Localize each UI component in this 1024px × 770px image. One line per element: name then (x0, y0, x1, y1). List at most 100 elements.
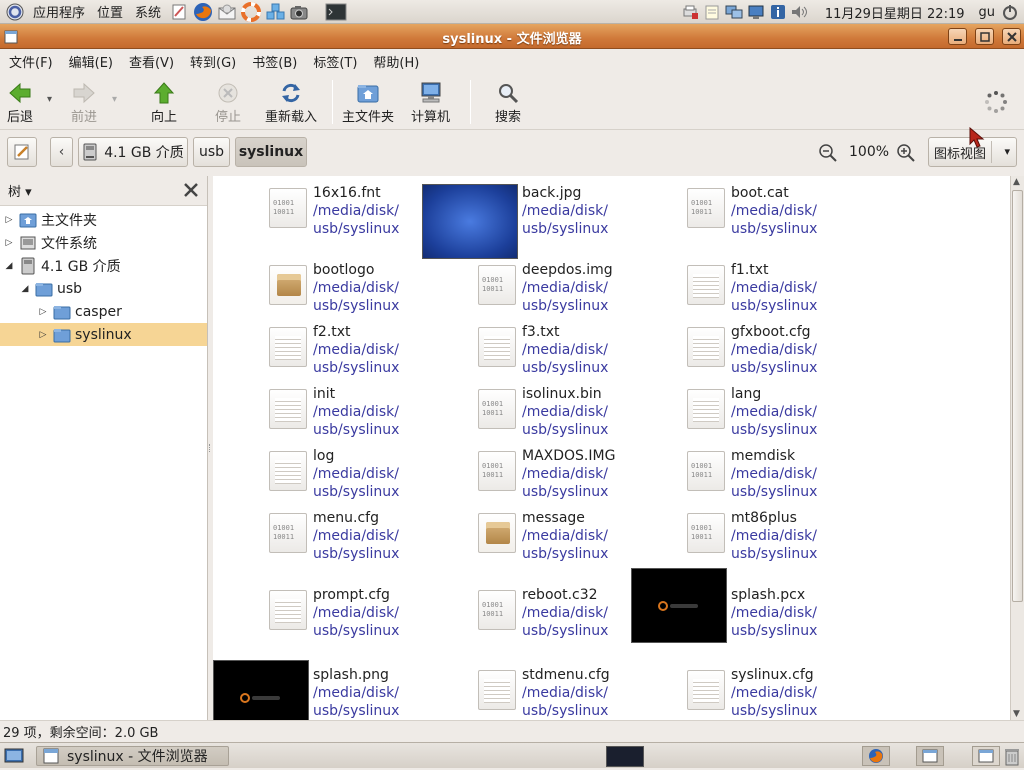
forward-history-dropdown-icon[interactable]: ▾ (112, 94, 117, 105)
file-item[interactable]: stdmenu.cfg/media/disk/usb/syslinux (422, 666, 610, 720)
back-history-dropdown-icon[interactable]: ▾ (47, 94, 52, 105)
file-item[interactable]: f3.txt/media/disk/usb/syslinux (422, 323, 608, 377)
file-item[interactable]: f2.txt/media/disk/usb/syslinux (213, 323, 399, 377)
file-item[interactable]: prompt.cfg/media/disk/usb/syslinux (213, 586, 399, 640)
taskbar-mini-window-2[interactable] (972, 746, 1000, 766)
breadcrumb-syslinux[interactable]: syslinux (235, 137, 307, 167)
firefox-launcher-icon[interactable] (192, 2, 214, 22)
display-status-icon[interactable] (746, 3, 766, 21)
file-item[interactable]: lang/media/disk/usb/syslinux (631, 385, 817, 439)
menu-view[interactable]: 查看(V) (120, 52, 181, 71)
taskbar-window-button[interactable]: syslinux - 文件浏览器 (36, 746, 229, 766)
tree-item-home[interactable]: ▷ 主文件夹 (0, 208, 207, 231)
expander-expanded-icon[interactable]: ◢ (3, 260, 15, 272)
info-icon[interactable] (768, 3, 788, 21)
tree-item-drive[interactable]: ◢ 4.1 GB 介质 (0, 254, 207, 277)
network-status-icon[interactable] (724, 3, 744, 21)
expander-collapsed-icon[interactable]: ▷ (3, 237, 15, 249)
breadcrumb-usb[interactable]: usb (193, 137, 230, 167)
menu-system[interactable]: 系统 (129, 2, 167, 21)
file-item[interactable]: log/media/disk/usb/syslinux (213, 447, 399, 501)
show-desktop-icon[interactable] (4, 747, 24, 769)
scrollbar-thumb[interactable] (1012, 190, 1023, 602)
minimize-button[interactable] (948, 28, 967, 45)
zoom-out-button[interactable] (818, 143, 838, 167)
file-item[interactable]: f1.txt/media/disk/usb/syslinux (631, 261, 817, 315)
file-item[interactable]: deepdos.img/media/disk/usb/syslinux (422, 261, 613, 315)
file-item[interactable]: menu.cfg/media/disk/usb/syslinux (213, 509, 399, 563)
up-button[interactable]: 向上 (150, 80, 178, 125)
power-icon[interactable] (1000, 3, 1020, 21)
taskbar-firefox-icon[interactable] (862, 746, 890, 766)
screenshot-launcher-icon[interactable] (288, 2, 310, 22)
panel-clock[interactable]: 11月29日星期日 22:19 (811, 3, 975, 22)
scroll-down-arrow-icon[interactable]: ▼ (1013, 709, 1020, 719)
file-item[interactable]: message/media/disk/usb/syslinux (422, 509, 608, 563)
sidebar-type-select[interactable]: 树 ▾ (8, 181, 32, 200)
menu-go[interactable]: 转到(G) (181, 52, 243, 71)
reload-button[interactable]: 重新载入 (265, 80, 317, 125)
file-item[interactable]: init/media/disk/usb/syslinux (213, 385, 399, 439)
close-sidebar-icon[interactable] (183, 182, 199, 202)
menu-help[interactable]: 帮助(H) (364, 52, 426, 71)
terminal-launcher-icon[interactable] (325, 2, 347, 22)
file-item[interactable]: back.jpg/media/disk/usb/syslinux (422, 184, 608, 259)
tree-item-filesystem[interactable]: ▷ 文件系统 (0, 231, 207, 254)
forward-button[interactable]: 前进 (70, 80, 98, 125)
file-label: f2.txt/media/disk/usb/syslinux (313, 323, 399, 377)
file-item[interactable]: splash.pcx/media/disk/usb/syslinux (631, 568, 817, 643)
tree-item-syslinux[interactable]: ▷ syslinux (0, 323, 207, 346)
computer-button[interactable]: 计算机 (411, 80, 450, 125)
network-launcher-icon[interactable] (264, 2, 286, 22)
mail-launcher-icon[interactable] (216, 2, 238, 22)
stop-button[interactable]: 停止 (214, 80, 242, 125)
menu-file[interactable]: 文件(F) (0, 52, 60, 71)
file-item[interactable]: memdisk/media/disk/usb/syslinux (631, 447, 817, 501)
tree-item-usb[interactable]: ◢ usb (0, 277, 207, 300)
file-item[interactable]: bootlogo/media/disk/usb/syslinux (213, 261, 399, 315)
file-item[interactable]: boot.cat/media/disk/usb/syslinux (631, 184, 817, 238)
back-button[interactable]: 后退 (6, 80, 34, 125)
file-item[interactable]: mt86plus/media/disk/usb/syslinux (631, 509, 817, 563)
search-button[interactable]: 搜索 (494, 80, 522, 125)
trash-icon[interactable] (1003, 746, 1021, 770)
user-menu[interactable]: gu (975, 5, 1000, 20)
expander-collapsed-icon[interactable]: ▷ (37, 306, 49, 318)
vertical-scrollbar[interactable]: ▲ ▼ (1010, 176, 1024, 720)
help-launcher-icon[interactable] (240, 1, 262, 22)
scroll-up-arrow-icon[interactable]: ▲ (1013, 177, 1020, 187)
volume-icon[interactable] (790, 3, 810, 21)
notes-icon[interactable] (702, 3, 722, 21)
printer-status-icon[interactable] (680, 3, 700, 21)
file-item[interactable]: 16x16.fnt/media/disk/usb/syslinux (213, 184, 399, 238)
file-icon-view[interactable]: 16x16.fnt/media/disk/usb/syslinux back.jp… (213, 176, 1010, 720)
ubuntu-logo-icon[interactable] (4, 2, 26, 22)
menu-places[interactable]: 位置 (91, 2, 129, 21)
zoom-level[interactable]: 100% (849, 144, 889, 160)
file-item[interactable]: reboot.c32/media/disk/usb/syslinux (422, 586, 608, 640)
file-item[interactable]: splash.png/media/disk/usb/syslinux (213, 660, 399, 720)
text-editor-launcher-icon[interactable] (168, 2, 190, 22)
maximize-button[interactable] (975, 28, 994, 45)
taskbar-mini-window-1[interactable] (916, 746, 944, 766)
workspace-switcher[interactable] (606, 746, 644, 767)
location-edit-toggle-button[interactable] (7, 137, 37, 167)
file-item[interactable]: isolinux.bin/media/disk/usb/syslinux (422, 385, 608, 439)
expander-collapsed-icon[interactable]: ▷ (3, 214, 15, 226)
window-titlebar[interactable]: syslinux - 文件浏览器 (0, 24, 1024, 49)
file-item[interactable]: MAXDOS.IMG/media/disk/usb/syslinux (422, 447, 615, 501)
path-scroll-left-button[interactable]: ‹ (50, 137, 73, 167)
menu-bookmarks[interactable]: 书签(B) (243, 52, 304, 71)
file-item[interactable]: syslinux.cfg/media/disk/usb/syslinux (631, 666, 817, 720)
home-button[interactable]: 主文件夹 (342, 80, 394, 125)
close-button[interactable] (1002, 28, 1021, 45)
tree-item-casper[interactable]: ▷ casper (0, 300, 207, 323)
menu-tabs[interactable]: 标签(T) (304, 52, 364, 71)
file-item[interactable]: gfxboot.cfg/media/disk/usb/syslinux (631, 323, 817, 377)
expander-expanded-icon[interactable]: ◢ (19, 283, 31, 295)
expander-collapsed-icon[interactable]: ▷ (37, 329, 49, 341)
menu-edit[interactable]: 编辑(E) (60, 52, 120, 71)
breadcrumb-drive[interactable]: 4.1 GB 介质 (78, 137, 188, 167)
zoom-in-button[interactable] (896, 143, 916, 167)
menu-applications[interactable]: 应用程序 (27, 2, 91, 21)
